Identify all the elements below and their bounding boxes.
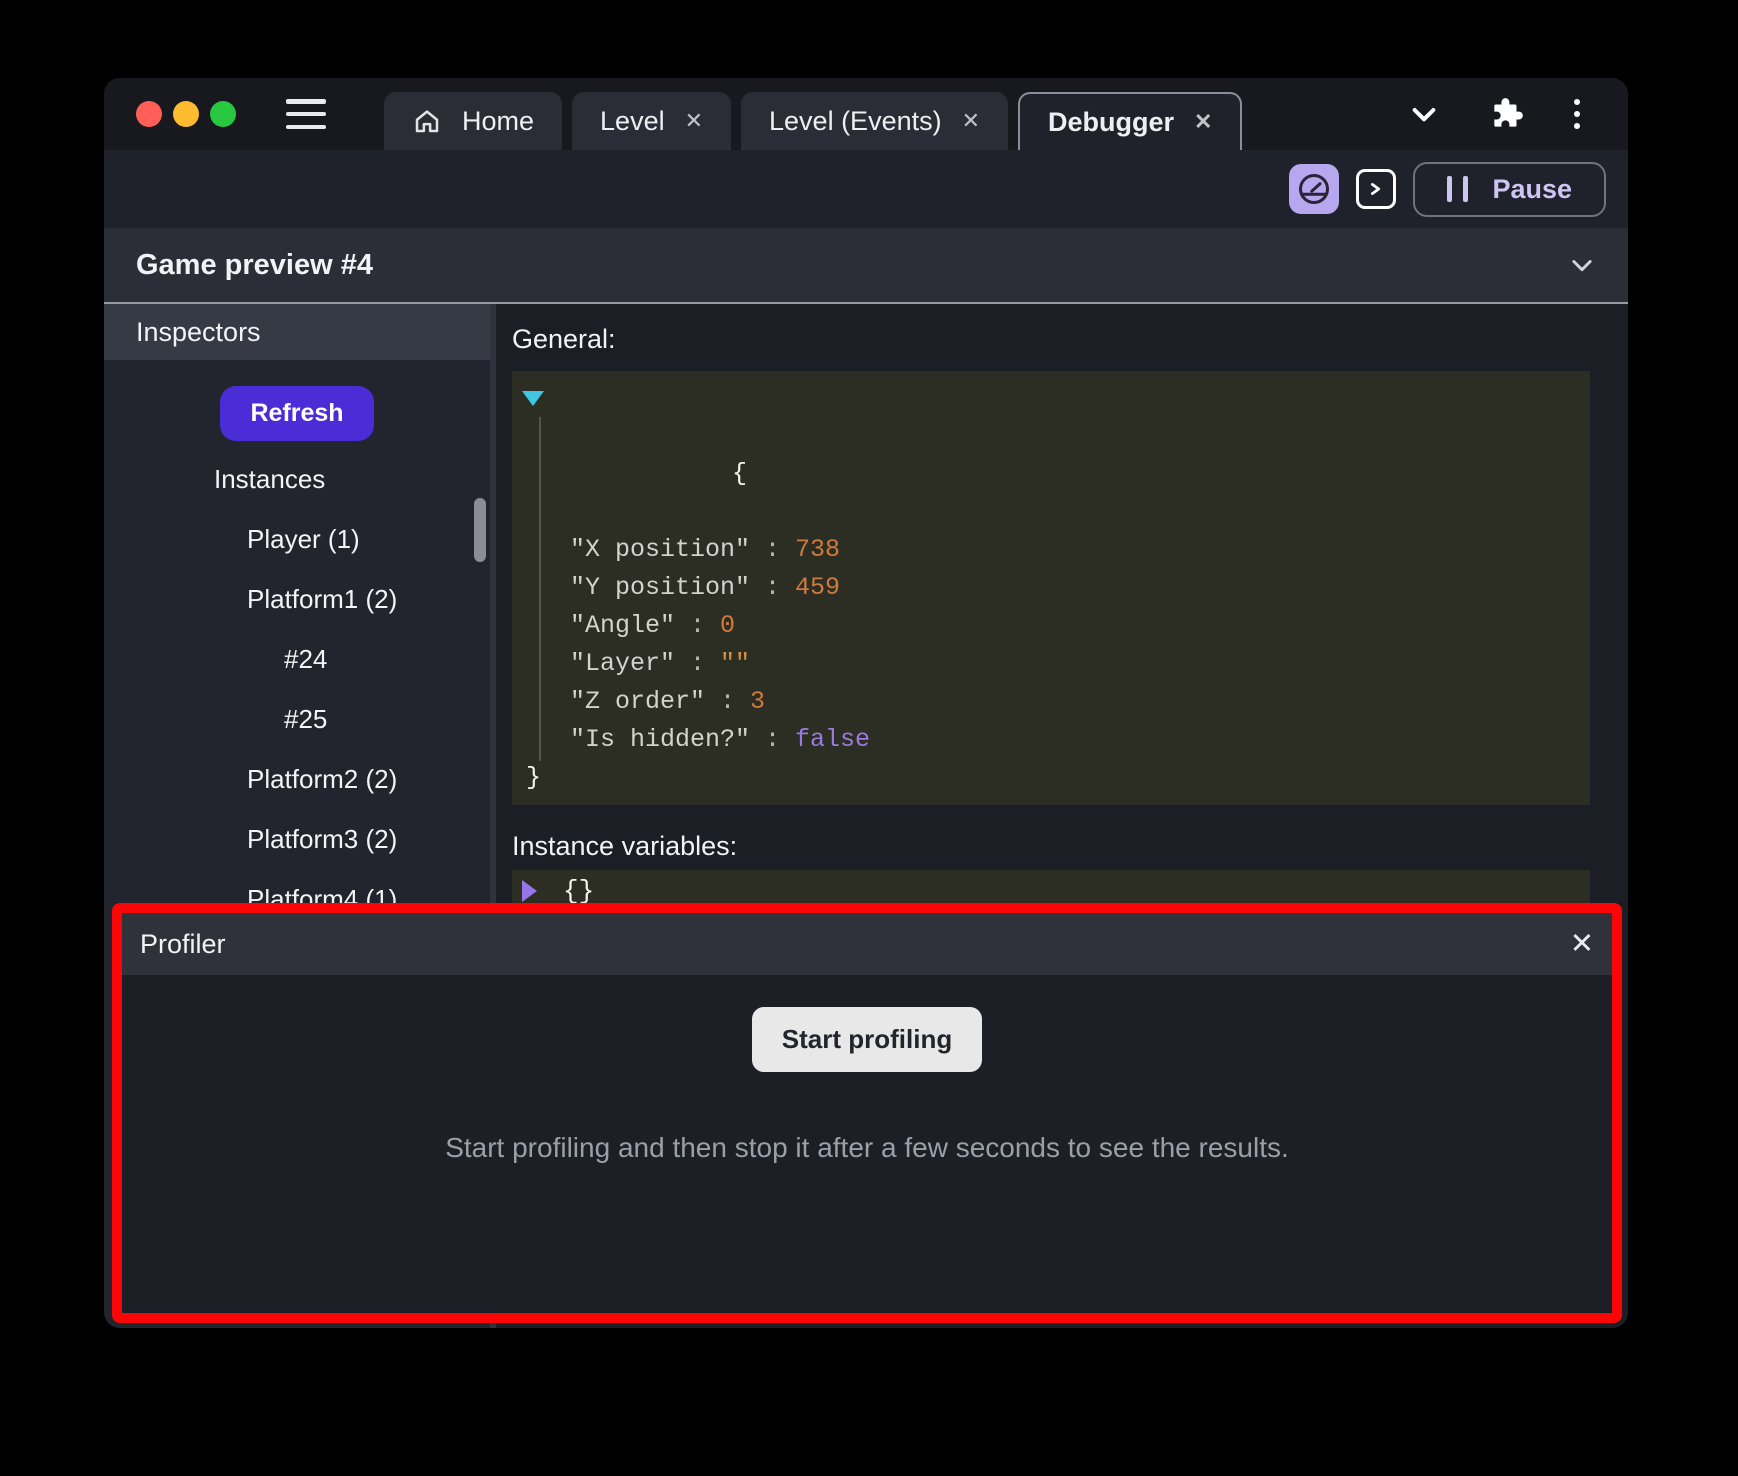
json-separator: : <box>705 687 750 716</box>
json-value: 3 <box>750 687 765 716</box>
tab-label: Level <box>600 106 665 137</box>
instances-tree: Instances Player (1) Platform1 (2) #24 #… <box>104 449 490 929</box>
general-json-viewer: { "X position" : 738 "Y position" : 459 … <box>512 371 1590 805</box>
json-separator: : <box>675 611 720 640</box>
tab-close-icon[interactable]: ✕ <box>962 110 980 132</box>
json-row: "Is hidden?" : false <box>512 721 1590 759</box>
json-key: "Angle" <box>570 611 675 640</box>
json-key: "X position" <box>570 535 750 564</box>
profiler-panel: Profiler ✕ Start profiling Start profili… <box>112 903 1622 1323</box>
json-value: 0 <box>720 611 735 640</box>
json-row: "Z order" : 3 <box>512 683 1590 721</box>
pause-icon <box>1447 176 1468 202</box>
tab-debugger[interactable]: Debugger ✕ <box>1018 92 1242 150</box>
app-window: Home Level ✕ Level (Events) ✕ Debugger ✕ <box>104 78 1628 1328</box>
overflow-menu-icon[interactable] <box>1574 99 1580 129</box>
home-icon <box>412 106 442 136</box>
screen-background: Home Level ✕ Level (Events) ✕ Debugger ✕ <box>0 0 1738 1476</box>
json-value: 459 <box>795 573 840 602</box>
tree-item-platform1[interactable]: Platform1 (2) <box>104 569 490 629</box>
json-row: "Layer" : "" <box>512 645 1590 683</box>
extensions-puzzle-icon[interactable] <box>1488 95 1526 133</box>
json-root-row[interactable]: { <box>512 379 1590 531</box>
profiler-header: Profiler ✕ <box>122 913 1612 975</box>
triangle-down-icon[interactable] <box>522 391 544 406</box>
json-separator: : <box>750 535 795 564</box>
json-row: "X position" : 738 <box>512 531 1590 569</box>
tab-level-events[interactable]: Level (Events) ✕ <box>741 92 1008 150</box>
inspectors-title: Inspectors <box>136 317 261 348</box>
tab-label: Home <box>462 106 534 137</box>
titlebar-actions <box>1408 95 1628 133</box>
tab-home[interactable]: Home <box>384 92 562 150</box>
json-key: "Z order" <box>570 687 705 716</box>
window-maximize-button[interactable] <box>210 101 236 127</box>
debugger-toolbar: Pause <box>104 150 1628 228</box>
inspectors-header: Inspectors <box>104 304 490 360</box>
menu-icon[interactable] <box>286 99 326 129</box>
chevron-down-icon[interactable] <box>1568 251 1596 279</box>
general-section-label: General: <box>512 304 1628 355</box>
json-close-row: } <box>512 759 1590 797</box>
chevron-down-icon[interactable] <box>1408 98 1440 130</box>
refresh-button[interactable]: Refresh <box>220 386 373 441</box>
tab-label: Level (Events) <box>769 106 942 137</box>
tab-level[interactable]: Level ✕ <box>572 92 731 150</box>
json-key: "Layer" <box>570 649 675 678</box>
traffic-lights <box>136 101 236 127</box>
pause-label: Pause <box>1492 174 1572 205</box>
json-separator: : <box>675 649 720 678</box>
json-row: "Angle" : 0 <box>512 607 1590 645</box>
tree-item-25[interactable]: #25 <box>104 689 490 749</box>
profiler-toggle-button[interactable] <box>1289 164 1339 214</box>
tree-item-instances[interactable]: Instances <box>104 449 490 509</box>
profiler-body: Start profiling Start profiling and then… <box>122 975 1612 1313</box>
window-close-button[interactable] <box>136 101 162 127</box>
game-preview-title: Game preview #4 <box>136 249 373 282</box>
json-value: "" <box>720 649 750 678</box>
profiler-title: Profiler <box>140 929 226 960</box>
tab-label: Debugger <box>1048 107 1174 138</box>
tree-item-player[interactable]: Player (1) <box>104 509 490 569</box>
json-close-brace: } <box>526 763 541 792</box>
json-separator: : <box>750 573 795 602</box>
json-value: 738 <box>795 535 840 564</box>
tab-close-icon[interactable]: ✕ <box>1194 111 1212 133</box>
titlebar: Home Level ✕ Level (Events) ✕ Debugger ✕ <box>104 78 1628 150</box>
sidebar-scrollbar[interactable] <box>474 498 486 562</box>
game-preview-selector[interactable]: Game preview #4 <box>104 228 1628 304</box>
tree-item-24[interactable]: #24 <box>104 629 490 689</box>
json-key: "Y position" <box>570 573 750 602</box>
pause-button[interactable]: Pause <box>1413 162 1606 217</box>
profiler-hint: Start profiling and then stop it after a… <box>445 1132 1289 1164</box>
triangle-right-icon[interactable] <box>522 880 537 902</box>
instance-variables-value: {} <box>563 876 594 906</box>
console-button[interactable] <box>1356 169 1396 209</box>
tree-item-platform3[interactable]: Platform3 (2) <box>104 809 490 869</box>
json-value: false <box>795 725 870 754</box>
json-separator: : <box>750 725 795 754</box>
json-open-brace: { <box>732 459 747 488</box>
instance-variables-label: Instance variables: <box>512 831 1628 862</box>
tab-bar: Home Level ✕ Level (Events) ✕ Debugger ✕ <box>384 92 1242 150</box>
tab-close-icon[interactable]: ✕ <box>685 110 703 132</box>
close-icon[interactable]: ✕ <box>1570 930 1594 959</box>
start-profiling-button[interactable]: Start profiling <box>752 1007 982 1072</box>
json-key: "Is hidden?" <box>570 725 750 754</box>
json-row: "Y position" : 459 <box>512 569 1590 607</box>
window-minimize-button[interactable] <box>173 101 199 127</box>
tree-item-platform2[interactable]: Platform2 (2) <box>104 749 490 809</box>
